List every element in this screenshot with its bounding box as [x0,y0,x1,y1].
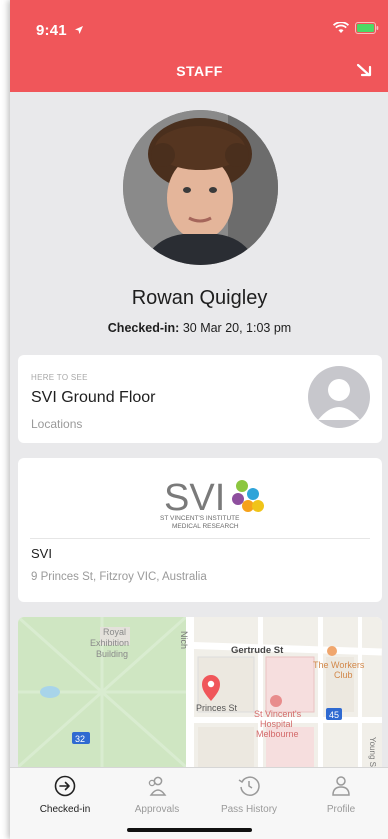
svi-logo: SVI ST VINCENT'S INSTITUTE MEDICAL RESEA… [158,472,268,532]
map-label-royal: Royal [103,627,126,637]
checked-in-label: Checked-in: [107,321,180,335]
profile-photo [123,110,278,265]
logo-main-text: SVI [164,477,225,519]
battery-icon [355,22,379,34]
site-address: 9 Princes St, Fitzroy VIC, Australia [31,571,207,583]
map-label-building: Building [96,649,128,659]
header: 9:41 STAFF [10,0,388,92]
map-view[interactable]: Royal Exhibition Building Nich Gertrude … [18,617,382,767]
users-icon [148,776,167,796]
map-label-hospital1: St Vincent's [254,709,302,719]
visitor-name: Rowan Quigley [131,287,268,309]
map-label-gertrude: Gertrude St [231,645,284,656]
avatar [123,110,278,265]
map-label-hospital2: Hospital [260,719,293,729]
logo-line2: MEDICAL RESEARCH [172,523,239,530]
page-title: STAFF [176,63,223,79]
tab-pass-history[interactable]: Pass History [204,774,294,815]
history-icon [238,776,260,796]
arrow-circle-icon [54,775,76,797]
tab-label: Profile [326,804,356,815]
person-icon [332,776,350,796]
checked-in-value: 30 Mar 20, 1:03 pm [182,321,292,335]
map-label-nich: Nich [179,631,189,649]
map-label-young: Young St [368,737,377,767]
divider [30,538,370,539]
map-label-workers2: Club [334,670,353,680]
host-card-label: HERE TO SEE [31,373,88,382]
tab-label: Pass History [220,804,278,815]
tab-profile[interactable]: Profile [296,774,386,815]
host-card-title: SVI Ground Floor [31,389,156,406]
wifi-icon [333,22,349,33]
map-route-45: 45 [329,710,339,720]
collapse-arrow-icon[interactable] [355,60,375,80]
map-label-workers1: The Workers [313,660,365,670]
tab-checked-in[interactable]: Checked-in [20,774,110,815]
map-canvas[interactable]: Royal Exhibition Building Nich Gertrude … [18,617,382,767]
tab-approvals[interactable]: Approvals [112,774,202,815]
location-arrow-icon [75,26,84,34]
status-time: 9:41 [36,22,84,39]
map-route-32: 32 [75,734,85,744]
host-card[interactable]: HERE TO SEE SVI Ground Floor Locations [18,355,382,443]
tab-label: Approvals [134,804,180,815]
site-card[interactable]: SVI ST VINCENT'S INSTITUTE MEDICAL RESEA… [18,458,382,602]
site-name: SVI [31,546,52,561]
checked-in-time: Checked-in: 30 Mar 20, 1:03 pm [10,321,388,335]
tab-label: Checked-in [39,804,91,815]
map-label-exhibition: Exhibition [90,638,129,648]
app-screen: 9:41 STAFF Rowan Quigley Checked-in: 30 … [10,0,388,839]
host-card-subtitle: Locations [31,417,83,431]
logo-line1: ST VINCENT'S INSTITUTE [160,515,240,522]
status-icons [333,22,379,34]
time-text: 9:41 [36,22,67,39]
person-placeholder-icon [308,366,370,428]
map-label-princes: Princes St [196,703,238,713]
home-indicator[interactable] [127,828,252,832]
map-label-hospital3: Melbourne [256,729,299,739]
